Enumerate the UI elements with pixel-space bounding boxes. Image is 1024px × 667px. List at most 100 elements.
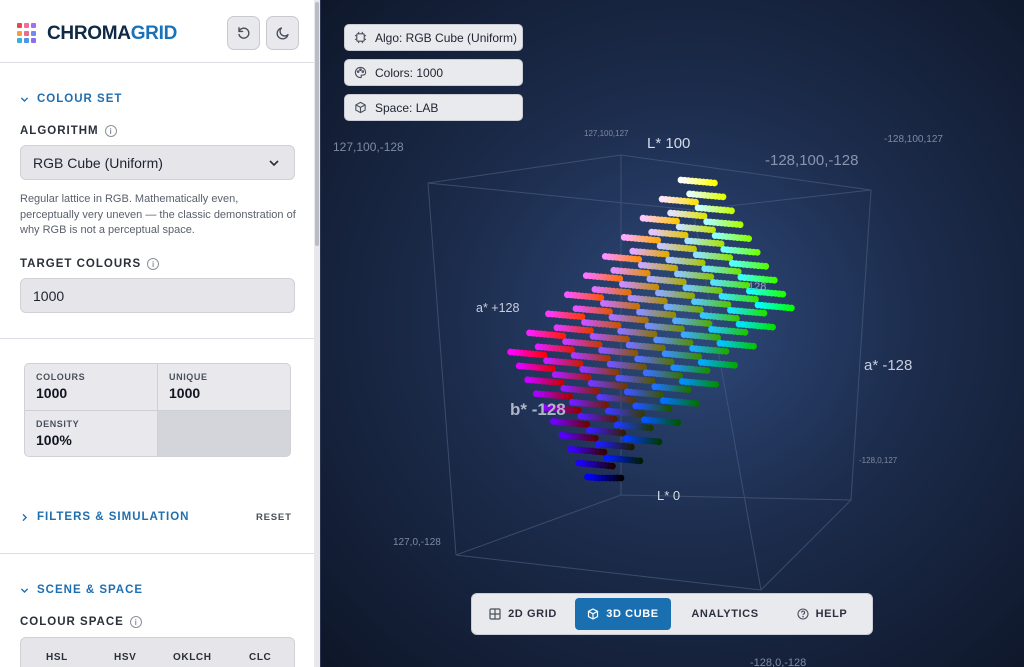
reset-filters-button[interactable]: RESET: [256, 512, 292, 523]
chip-icon: [354, 31, 367, 44]
rotate-ccw-icon: [237, 27, 249, 39]
chevron-down-icon: [20, 96, 29, 102]
color-point: [682, 284, 690, 292]
target-colours-value: 1000: [33, 287, 65, 304]
color-point: [534, 343, 542, 351]
color-point: [553, 324, 561, 332]
space-tab-oklch[interactable]: OKLCH: [173, 652, 212, 663]
color-point: [634, 355, 642, 363]
color-point: [543, 357, 550, 365]
color-point: [735, 320, 743, 328]
tab-2d-grid[interactable]: 2D GRID: [482, 598, 564, 630]
color-point: [623, 388, 631, 396]
info-icon[interactable]: i: [129, 616, 142, 628]
color-point: [754, 301, 762, 309]
stat-colours: COLOURS 1000: [25, 364, 157, 410]
tab-analytics[interactable]: ANALYTICS: [683, 598, 767, 630]
color-point: [639, 214, 647, 222]
algo-pill-label: Algo: RGB Cube (Uniform): [375, 30, 518, 45]
color-point: [703, 218, 711, 226]
colour-space-label: COLOUR SPACE i: [20, 616, 142, 628]
algo-pill: Algo: RGB Cube (Uniform): [344, 24, 523, 51]
color-points: [507, 176, 795, 482]
color-point: [642, 369, 650, 377]
cube-viewport[interactable]: L* 100 L* 0 a* +128 a* -128 b* -128 128 …: [321, 0, 1024, 667]
color-point: [641, 416, 648, 424]
tab-3d-cube[interactable]: 3D CUBE: [575, 598, 671, 630]
color-point: [558, 431, 566, 439]
color-point: [560, 385, 568, 392]
color-point: [677, 176, 685, 184]
chevron-down-icon: [20, 587, 29, 593]
color-point: [718, 292, 726, 300]
color-point: [564, 291, 571, 299]
cube-icon: [588, 608, 599, 620]
algorithm-label: ALGORITHM i: [20, 125, 117, 137]
color-point: [605, 407, 612, 415]
color-point: [644, 322, 652, 330]
moon-icon: [275, 27, 289, 40]
cube-icon: [355, 101, 366, 114]
color-point: [656, 242, 664, 250]
color-point: [551, 371, 559, 378]
color-point: [575, 459, 583, 467]
color-point: [665, 256, 673, 264]
color-point: [596, 393, 604, 401]
space-tab-clc[interactable]: CLC: [249, 652, 271, 663]
corner-label: 127,100,-128: [333, 140, 404, 154]
grid-icon: [489, 608, 501, 620]
color-point: [632, 402, 640, 410]
reset-view-button[interactable]: [227, 16, 260, 50]
color-point: [655, 289, 662, 297]
color-point: [651, 383, 659, 391]
corner-label: -128,100,127: [884, 134, 943, 145]
chevron-right-icon: [22, 513, 28, 521]
color-point: [680, 331, 688, 338]
color-point: [727, 306, 734, 314]
scene-space-toggle[interactable]: SCENE & SPACE: [20, 584, 143, 596]
color-point: [737, 273, 745, 281]
color-point: [720, 246, 728, 253]
color-point: [667, 209, 674, 217]
help-circle-icon: [797, 608, 809, 620]
color-point: [629, 247, 637, 255]
color-point: [594, 440, 602, 448]
info-icon[interactable]: i: [147, 258, 160, 270]
color-point: [675, 223, 683, 231]
algorithm-select[interactable]: RGB Cube (Uniform): [20, 145, 295, 180]
space-pill: Space: LAB: [344, 94, 523, 121]
color-point: [699, 312, 707, 319]
space-tab-hsv[interactable]: HSV: [114, 652, 136, 663]
colour-set-toggle[interactable]: COLOUR SET: [20, 93, 122, 105]
color-point: [684, 237, 692, 245]
color-point: [507, 348, 514, 356]
stat-density: DENSITY 100%: [25, 411, 157, 456]
color-point: [670, 364, 678, 371]
color-point: [515, 362, 523, 370]
color-point: [579, 365, 587, 373]
info-icon[interactable]: i: [104, 125, 117, 137]
filters-toggle[interactable]: FILTERS & SIMULATION: [20, 511, 189, 523]
color-point: [586, 426, 593, 434]
axis-label-a-pos: a* +128: [476, 301, 519, 315]
color-point: [587, 379, 595, 387]
theme-toggle-button[interactable]: [266, 16, 299, 50]
color-point: [601, 253, 609, 260]
chevron-down-icon: [269, 160, 279, 167]
axis-label-b-neg: b* -128: [510, 400, 566, 419]
color-point: [686, 190, 693, 198]
divider: [0, 553, 314, 554]
scrollbar-thumb[interactable]: [315, 2, 319, 246]
algorithm-description: Regular lattice in RGB. Mathematically e…: [20, 193, 296, 236]
color-point: [570, 352, 578, 359]
space-tab-hsl[interactable]: HSL: [46, 652, 68, 663]
corner-label: -128,100,-128: [765, 152, 858, 169]
corner-label: -128,0,-128: [750, 657, 806, 667]
color-point: [577, 412, 585, 420]
color-point: [598, 346, 605, 354]
color-point: [678, 378, 686, 385]
target-colours-input[interactable]: 1000: [20, 278, 295, 313]
color-point: [694, 204, 702, 212]
tab-help[interactable]: HELP: [784, 598, 860, 630]
color-point: [617, 327, 624, 335]
